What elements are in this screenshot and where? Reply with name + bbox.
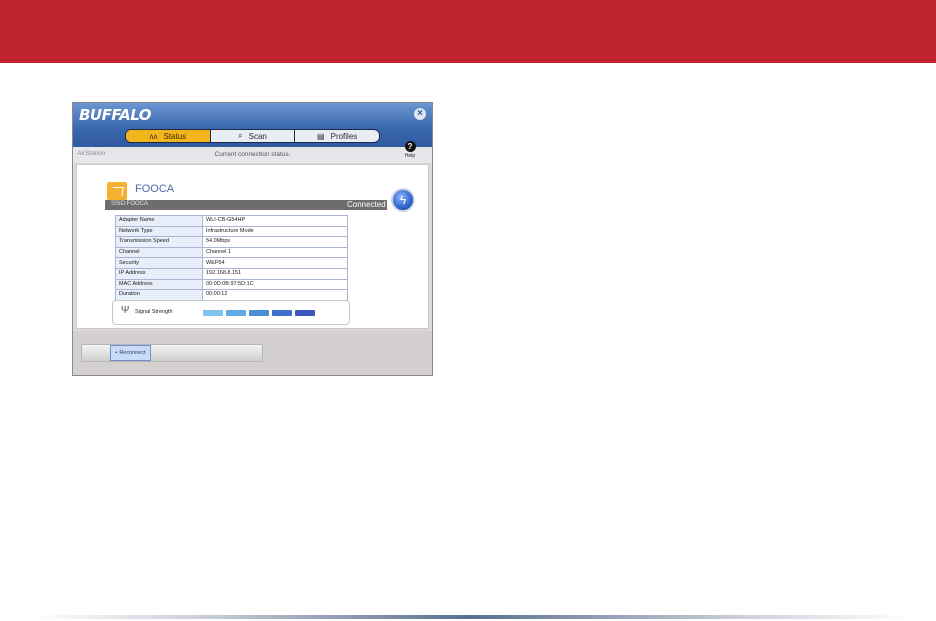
access-point-icon: [107, 182, 127, 200]
detail-label: IP Address: [115, 267, 203, 280]
top-banner: [0, 0, 936, 63]
connection-details-table: Adapter Name WLI-CB-G54HP Network Type Infr…: [115, 215, 348, 301]
status-wave-icon: ᴧᴧ: [149, 131, 158, 141]
connection-card: FOOCA SSID:FOOCA Connected: [105, 180, 387, 210]
detail-label: Adapter Name: [115, 215, 203, 227]
tab-profiles[interactable]: ▤ Profiles: [295, 130, 379, 142]
detail-value: 00:00:12: [202, 289, 348, 301]
table-row: Channel Channel 1: [115, 246, 348, 259]
app-header: BUFFALO × ᴧᴧ Status ⌕ Scan ▤ Profiles: [73, 103, 432, 147]
table-row: Transmission Speed 54.0Mbps: [115, 236, 348, 248]
status-subheader: AirStation Current connection status.: [73, 147, 432, 163]
detail-label: Security: [115, 257, 203, 269]
reconnect-icon: ▪: [115, 350, 118, 356]
table-row: Security WEP64: [115, 257, 348, 269]
signal-bar: [249, 310, 269, 316]
signal-bars: [203, 310, 315, 316]
detail-value: WEP64: [202, 257, 348, 269]
search-icon: ⌕: [238, 131, 243, 140]
ssid-label: SSID:FOOCA: [111, 201, 149, 207]
detail-value: 00:0D:0B:97:5D:1C: [202, 278, 348, 291]
detail-value: WLI-CB-G54HP: [202, 215, 348, 227]
tab-status[interactable]: ᴧᴧ Status: [126, 130, 211, 142]
signal-strength-box: Ψ Signal Strength: [112, 300, 350, 325]
signal-bar: [295, 310, 315, 316]
table-row: Adapter Name WLI-CB-G54HP: [115, 215, 348, 227]
reconnect-button[interactable]: ▪ Reconnect: [110, 345, 151, 361]
tab-scan-label: Scan: [248, 131, 267, 141]
table-row: MAC Address 00:0D:0B:97:5D:1C: [115, 278, 348, 291]
antenna-icon: Ψ: [121, 305, 130, 316]
signal-bar: [226, 310, 246, 316]
detail-label: Channel: [115, 246, 203, 259]
bottom-rule: [30, 615, 910, 619]
detail-label: MAC Address: [115, 278, 203, 291]
detail-label: Transmission Speed: [115, 236, 203, 248]
tab-bar: ᴧᴧ Status ⌕ Scan ▤ Profiles: [125, 129, 380, 143]
status-panel: FOOCA SSID:FOOCA Connected ϟ Adapter Nam…: [76, 164, 429, 329]
detail-value: Channel 1: [202, 246, 348, 259]
network-name: FOOCA: [135, 183, 175, 195]
profiles-icon: ▤: [317, 131, 325, 141]
detail-label: Network Type: [115, 225, 203, 238]
detail-value: 54.0Mbps: [202, 236, 348, 248]
help-button[interactable]: ? Help: [403, 141, 417, 163]
table-row: Duration 00:00:12: [115, 289, 348, 301]
signal-bar: [272, 310, 292, 316]
help-label: Help: [404, 153, 416, 159]
tab-status-label: Status: [163, 131, 187, 141]
connection-state: Connected: [347, 200, 386, 209]
tab-scan[interactable]: ⌕ Scan: [211, 130, 296, 142]
table-row: IP Address 192.168.8.151: [115, 267, 348, 280]
signal-strength-label: Signal Strength: [135, 309, 173, 315]
help-icon: ?: [404, 141, 416, 152]
footer-strip: [81, 344, 263, 362]
detail-value: Infrastructure Mode: [202, 225, 348, 238]
brand-logo: BUFFALO: [79, 106, 152, 124]
table-row: Network Type Infrastructure Mode: [115, 225, 348, 238]
ssid-bar: SSID:FOOCA Connected: [105, 200, 387, 210]
signal-bar: [203, 310, 223, 316]
detail-value: 192.168.8.151: [202, 267, 348, 280]
link-icon: ϟ: [391, 188, 415, 212]
status-message: Current connection status.: [214, 151, 291, 158]
tab-profiles-label: Profiles: [330, 131, 358, 141]
detail-label: Duration: [115, 289, 203, 301]
reconnect-label: Reconnect: [119, 350, 146, 356]
footer-bar: ▪ Reconnect: [73, 331, 432, 375]
buffalo-client-window: BUFFALO × ᴧᴧ Status ⌕ Scan ▤ Profiles Ai…: [72, 102, 433, 376]
close-button[interactable]: ×: [414, 108, 426, 120]
